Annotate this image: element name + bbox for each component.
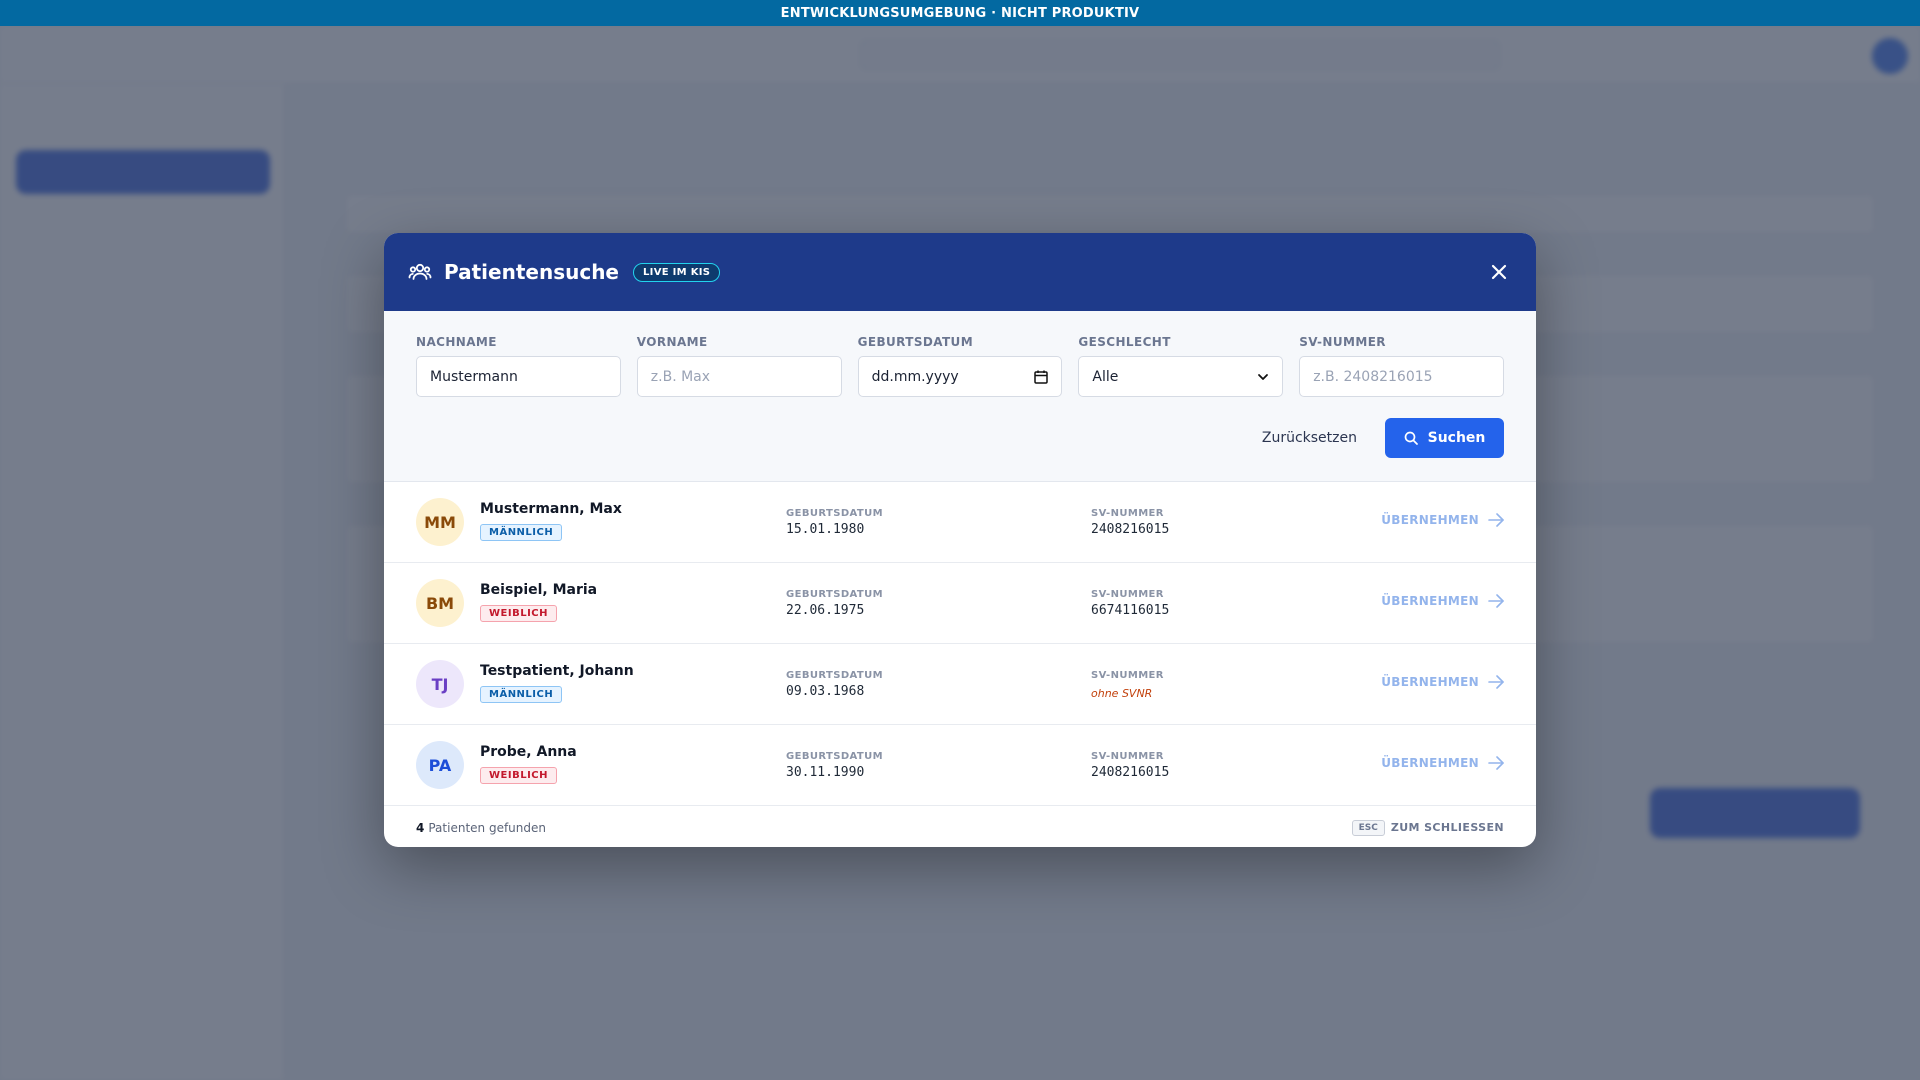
field-label: VORNAME	[636, 335, 708, 349]
reset-button[interactable]: Zurücksetzen	[1262, 430, 1357, 446]
date-value: dd.mm.yyyy	[871, 368, 959, 385]
result-row[interactable]: MM Mustermann, Max MÄNNLICH GEBURTSDATUM…	[384, 482, 1536, 563]
nachname-input[interactable]: Mustermann	[416, 356, 621, 397]
search-button-label: Suchen	[1427, 430, 1486, 446]
field-geschlecht: GESCHLECHT Alle	[1078, 335, 1284, 397]
close-icon	[1491, 264, 1507, 280]
patient-avatar: PA	[416, 741, 464, 789]
birthdate-value: 09.03.1968	[786, 684, 865, 699]
field-geburtsdatum: GEBURTSDATUM dd.mm.yyyy	[857, 335, 1063, 397]
birthdate-value: 22.06.1975	[786, 603, 865, 618]
results-list: MM Mustermann, Max MÄNNLICH GEBURTSDATUM…	[384, 482, 1536, 806]
birthdate-value: 15.01.1980	[786, 522, 865, 537]
result-row[interactable]: BM Beispiel, Maria WEIBLICH GEBURTSDATUM…	[384, 563, 1536, 644]
esc-text: ZUM SCHLIESSEN	[1390, 821, 1504, 834]
gender-badge: WEIBLICH	[480, 767, 558, 784]
arrow-right-icon	[1488, 675, 1504, 689]
patient-name: Mustermann, Max	[480, 501, 622, 517]
sv-number-label: SV-NUMMER	[1091, 670, 1164, 681]
users-icon	[408, 260, 432, 284]
close-button[interactable]	[1488, 261, 1510, 283]
live-badge: LIVE IM KIS	[633, 262, 721, 282]
modal-title: Patientensuche	[444, 260, 619, 284]
sv-number-value: 2408216015	[1091, 765, 1170, 780]
vorname-input[interactable]: z.B. Max	[636, 356, 842, 397]
geschlecht-select[interactable]: Alle	[1078, 356, 1284, 397]
field-nachname: NACHNAME Mustermann	[416, 335, 621, 397]
patient-name: Testpatient, Johann	[480, 663, 634, 679]
field-label: SV-NUMMER	[1299, 335, 1386, 349]
result-row[interactable]: PA Probe, Anna WEIBLICH GEBURTSDATUM 30.…	[384, 725, 1536, 806]
modal-footer: 4 Patienten gefunden ESC ZUM SCHLIESSEN	[384, 808, 1536, 847]
search-button[interactable]: Suchen	[1385, 418, 1504, 458]
svnummer-input[interactable]: z.B. 2408216015	[1299, 356, 1504, 397]
patient-name: Probe, Anna	[480, 744, 577, 760]
apply-button-label: ÜBERNEHMEN	[1381, 675, 1479, 689]
result-count: 4	[416, 820, 425, 835]
birthdate-label: GEBURTSDATUM	[786, 589, 884, 600]
gender-badge: WEIBLICH	[480, 605, 558, 622]
gender-badge: MÄNNLICH	[480, 524, 563, 541]
sv-number-missing: ohne SVNR	[1091, 687, 1153, 700]
apply-button[interactable]: ÜBERNEHMEN	[1381, 756, 1504, 770]
arrow-right-icon	[1488, 594, 1504, 608]
patient-avatar: BM	[416, 579, 464, 627]
patient-avatar: TJ	[416, 660, 464, 708]
chevron-down-icon	[1258, 373, 1269, 380]
apply-button[interactable]: ÜBERNEHMEN	[1381, 513, 1504, 527]
field-vorname: VORNAME z.B. Max	[636, 335, 842, 397]
sv-number-label: SV-NUMMER	[1091, 751, 1164, 762]
birthdate-label: GEBURTSDATUM	[786, 508, 884, 519]
esc-key: ESC	[1351, 819, 1385, 836]
select-value: Alle	[1092, 368, 1119, 385]
birthdate-value: 30.11.1990	[786, 765, 865, 780]
result-count-text: Patienten gefunden	[428, 820, 546, 835]
sv-number-label: SV-NUMMER	[1091, 508, 1164, 519]
patient-search-modal: Patientensuche LIVE IM KIS NACHNAME Must…	[384, 233, 1536, 847]
sv-number-value: 6674116015	[1091, 603, 1170, 618]
patient-name: Beispiel, Maria	[480, 582, 598, 598]
apply-button-label: ÜBERNEHMEN	[1381, 756, 1479, 770]
birthdate-label: GEBURTSDATUM	[786, 751, 884, 762]
apply-button-label: ÜBERNEHMEN	[1381, 513, 1479, 527]
field-label: GEBURTSDATUM	[857, 335, 974, 349]
apply-button[interactable]: ÜBERNEHMEN	[1381, 594, 1504, 608]
field-svnummer: SV-NUMMER z.B. 2408216015	[1299, 335, 1504, 397]
birthdate-label: GEBURTSDATUM	[786, 670, 884, 681]
result-row[interactable]: TJ Testpatient, Johann MÄNNLICH GEBURTSD…	[384, 644, 1536, 725]
arrow-right-icon	[1488, 756, 1504, 770]
search-icon	[1404, 431, 1418, 445]
gender-badge: MÄNNLICH	[480, 686, 563, 703]
modal-header: Patientensuche LIVE IM KIS	[384, 233, 1536, 311]
sv-number-value: 2408216015	[1091, 522, 1170, 537]
sv-number-label: SV-NUMMER	[1091, 589, 1164, 600]
geburtsdatum-input[interactable]: dd.mm.yyyy	[857, 356, 1063, 397]
field-label: NACHNAME	[416, 335, 497, 349]
environment-banner: ENTWICKLUNGSUMGEBUNG · NICHT PRODUKTIV	[0, 0, 1920, 26]
search-filters: NACHNAME Mustermann VORNAME z.B. Max GEB…	[384, 311, 1536, 482]
patient-avatar: MM	[416, 498, 464, 546]
calendar-icon[interactable]	[1034, 370, 1049, 384]
field-label: GESCHLECHT	[1078, 335, 1171, 349]
arrow-right-icon	[1488, 513, 1504, 527]
apply-button[interactable]: ÜBERNEHMEN	[1381, 675, 1504, 689]
apply-button-label: ÜBERNEHMEN	[1381, 594, 1479, 608]
esc-hint: ESC ZUM SCHLIESSEN	[1351, 819, 1504, 836]
